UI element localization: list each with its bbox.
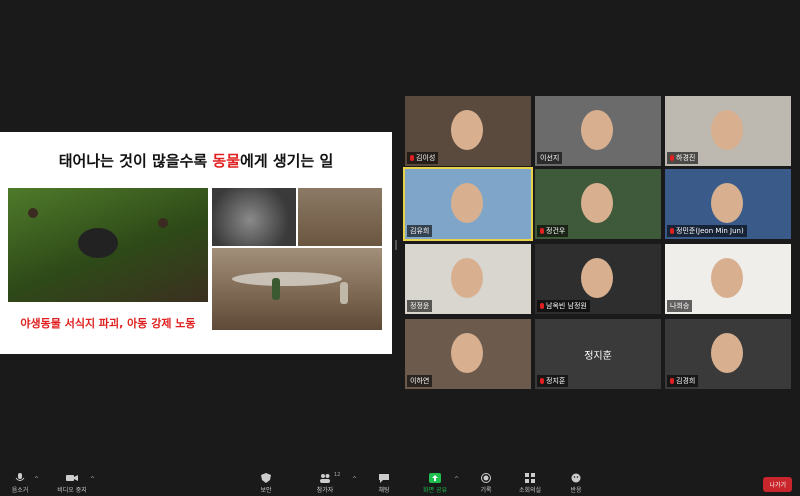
participant-tile[interactable]: 정건우 [535, 169, 661, 239]
chat-bubble-icon [378, 473, 390, 483]
record-label: 기록 [480, 487, 492, 494]
meeting-toolbar: 음소거 ^ 비디오 중지 ^ 보안 참가자 12 ^ 채팅 화면 공유 ^ 기록… [0, 470, 800, 496]
smiley-icon [570, 473, 582, 483]
record-button[interactable]: 기록 [474, 473, 498, 494]
mic-muted-icon [540, 228, 544, 234]
breakout-label: 소회의실 [518, 487, 542, 494]
video-camera-icon [66, 473, 78, 483]
video-options-caret[interactable]: ^ [90, 476, 95, 483]
participants-label: 참가자 [316, 487, 334, 494]
participant-name: 김이성 [407, 152, 439, 164]
stop-video-label: 비디오 중지 [57, 487, 87, 494]
participant-video [451, 333, 483, 373]
reactions-button[interactable]: 반응 [564, 473, 588, 494]
participant-video [711, 110, 743, 150]
slide-title-highlight: 동물 [212, 152, 241, 170]
chat-button[interactable]: 채팅 [372, 473, 396, 494]
participant-video [451, 110, 483, 150]
participant-tile[interactable]: 김이성 [405, 96, 531, 166]
people-icon [319, 473, 331, 483]
share-screen-icon [429, 473, 441, 483]
gorilla-photo [8, 188, 208, 302]
participant-tile[interactable]: 이선지 [535, 96, 661, 166]
participant-name: 나희승 [667, 300, 693, 312]
mine-photo [298, 188, 382, 246]
audio-options-caret[interactable]: ^ [34, 476, 39, 483]
participant-name: 정지훈 [537, 375, 569, 387]
participant-video [451, 183, 483, 223]
participant-video [711, 183, 743, 223]
grid-icon [524, 473, 536, 483]
breakout-rooms-button[interactable]: 소회의실 [514, 473, 546, 494]
security-label: 보안 [260, 487, 272, 494]
leave-button[interactable]: 나가기 [763, 477, 792, 492]
participant-name: 하경진 [667, 152, 699, 164]
hands-coltan-photo [212, 188, 296, 246]
shield-icon [260, 473, 272, 483]
participant-tile[interactable]: 이하연 [405, 319, 531, 389]
participant-video [451, 258, 483, 298]
microphone-icon [14, 473, 26, 483]
participants-count: 12 [334, 472, 341, 478]
participant-tile[interactable]: 남옥빈 남정원 [535, 244, 661, 314]
security-button[interactable]: 보안 [254, 473, 278, 494]
participant-name: 김유희 [407, 225, 433, 237]
child-labor-photo [212, 248, 382, 330]
mic-muted-icon [670, 378, 674, 384]
participant-tile[interactable]: 나희승 [665, 244, 791, 314]
participant-tile[interactable]: 하경진 [665, 96, 791, 166]
participant-video [581, 258, 613, 298]
participant-name: 김경희 [667, 375, 699, 387]
split-handle[interactable] [395, 240, 397, 250]
participant-video [711, 258, 743, 298]
participant-name-center: 정지훈 [584, 351, 612, 362]
participant-tile[interactable]: 정지훈 정지훈 [535, 319, 661, 389]
participant-name: 정정윤 [407, 300, 433, 312]
participant-video [711, 333, 743, 373]
participant-name: 정민준(Jeon Min Jun) [667, 225, 747, 237]
participant-video [581, 183, 613, 223]
participant-name: 이하연 [407, 375, 433, 387]
reactions-label: 반응 [570, 487, 582, 494]
slide-title-text: 태어나는 것이 많을수록 [58, 152, 213, 170]
record-icon [480, 473, 492, 483]
mic-muted-icon [540, 303, 544, 309]
share-screen-button[interactable]: 화면 공유 [418, 473, 452, 494]
slide-title: 태어나는 것이 많을수록 동물에게 생기는 일 [0, 150, 392, 171]
participant-name: 이선지 [537, 152, 563, 164]
participant-tile[interactable]: 정정윤 [405, 244, 531, 314]
mic-muted-icon [670, 228, 674, 234]
participant-name: 정건우 [537, 225, 569, 237]
mic-muted-icon [410, 155, 414, 161]
participant-tile[interactable]: 정민준(Jeon Min Jun) [665, 169, 791, 239]
slide-title-text-end: 에게 생기는 일 [240, 152, 334, 170]
share-options-caret[interactable]: ^ [454, 476, 459, 483]
participants-options-caret[interactable]: ^ [352, 476, 357, 483]
chat-label: 채팅 [378, 487, 390, 494]
mic-muted-icon [670, 155, 674, 161]
participant-tile[interactable]: 김유희 [403, 167, 533, 241]
mute-button[interactable]: 음소거 [8, 473, 32, 494]
mute-label: 음소거 [11, 487, 29, 494]
participant-tile[interactable]: 김경희 [665, 319, 791, 389]
participant-video [581, 110, 613, 150]
participant-name: 남옥빈 남정원 [537, 300, 590, 312]
stop-video-button[interactable]: 비디오 중지 [52, 473, 92, 494]
share-screen-label: 화면 공유 [423, 487, 447, 494]
mic-muted-icon [540, 378, 544, 384]
